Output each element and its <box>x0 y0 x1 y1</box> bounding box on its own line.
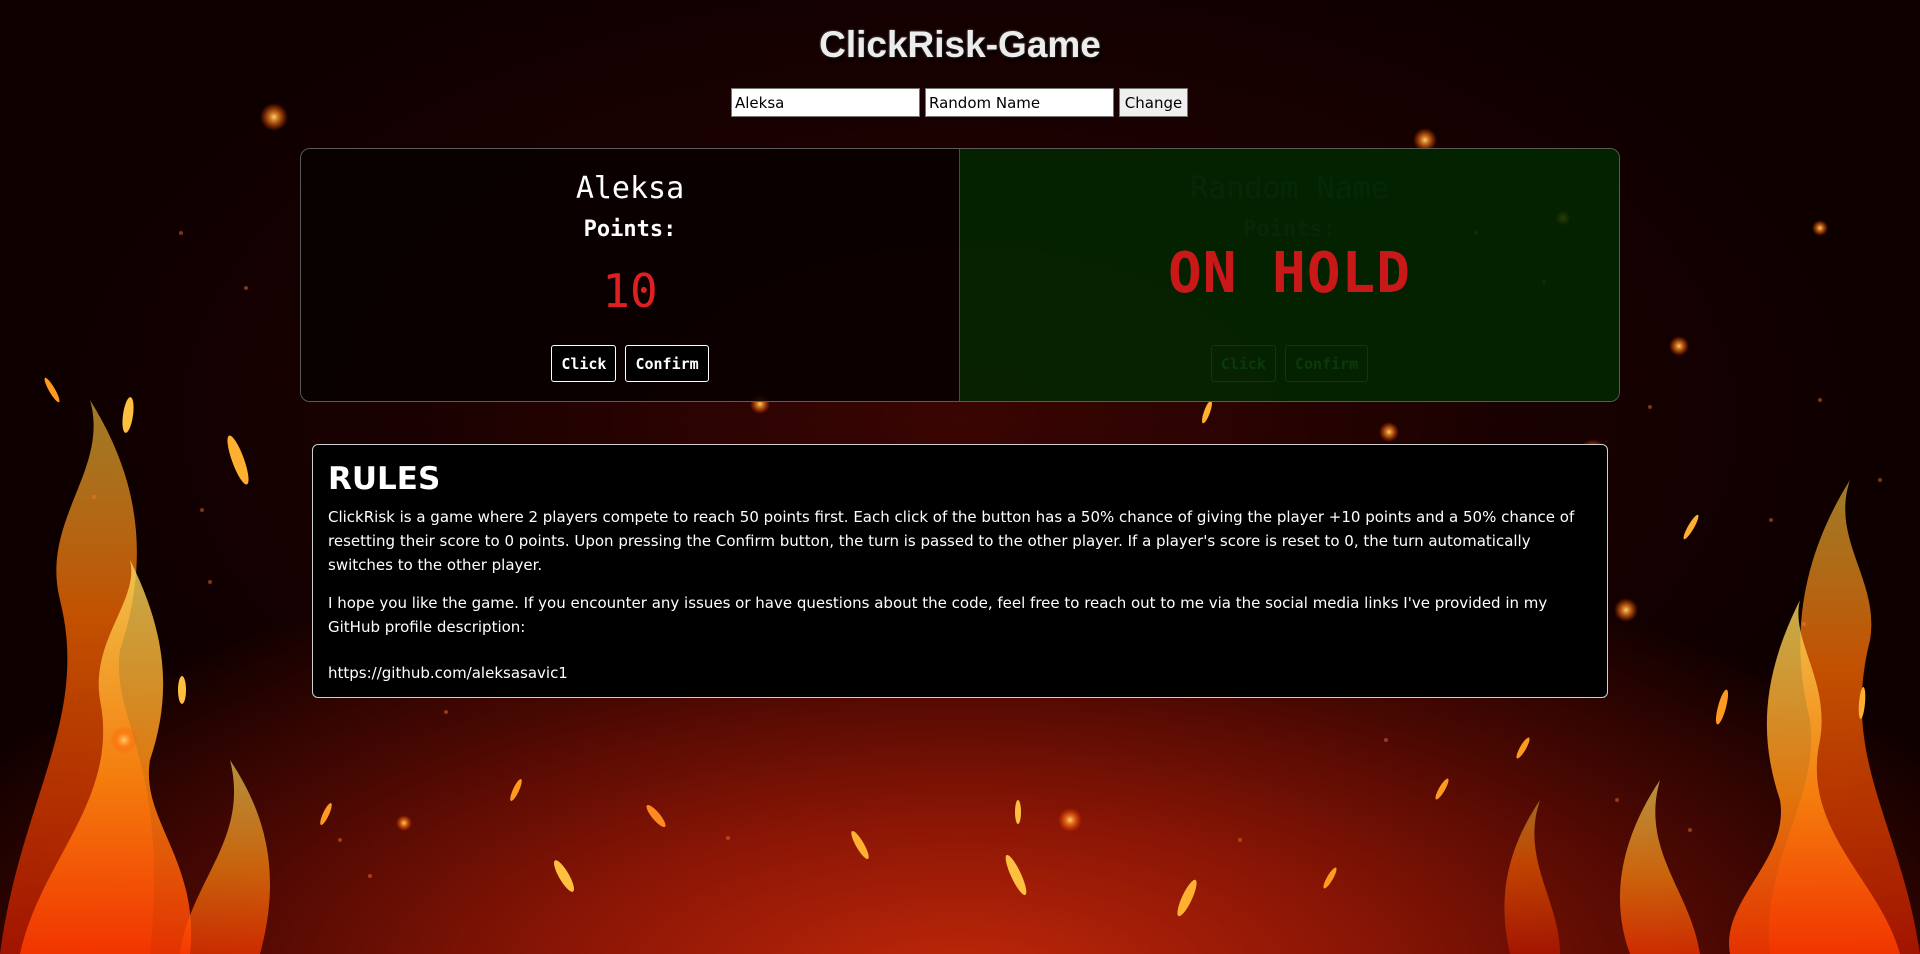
github-link: https://github.com/aleksasavic1 <box>328 664 568 682</box>
player-names-form: Change <box>731 88 1188 118</box>
player2-points-label: Points: <box>1243 217 1336 242</box>
player2-controls: Click Confirm <box>960 345 1619 382</box>
player2-confirm-button: Confirm <box>1284 345 1369 382</box>
rules-paragraph-2: I hope you like the game. If you encount… <box>328 594 1548 636</box>
rules-panel: RULES ClickRisk is a game where 2 player… <box>312 444 1608 698</box>
player1-name-input[interactable] <box>731 88 920 117</box>
player1-card: Aleksa Points: 10 Click Confirm <box>301 149 960 401</box>
player2-name: Random Name <box>1190 171 1389 206</box>
page-title: ClickRisk-Game <box>819 24 1101 65</box>
change-names-button[interactable]: Change <box>1119 88 1188 117</box>
player2-click-button: Click <box>1210 345 1276 382</box>
player1-score: 10 <box>602 264 658 318</box>
player1-click-button[interactable]: Click <box>551 345 617 382</box>
players-panel: Aleksa Points: 10 Click Confirm Random N… <box>300 148 1620 402</box>
player1-name: Aleksa <box>575 171 685 206</box>
player1-controls: Click Confirm <box>301 345 959 382</box>
on-hold-overlay: ON HOLD <box>1167 241 1411 306</box>
player2-name-input[interactable] <box>925 88 1114 117</box>
rules-heading: RULES <box>328 461 441 497</box>
rules-paragraph-1: ClickRisk is a game where 2 players comp… <box>328 508 1575 574</box>
player1-points-label: Points: <box>583 217 677 242</box>
player2-card: Random Name Points: Click Confirm ON HOL… <box>960 149 1619 401</box>
player1-confirm-button[interactable]: Confirm <box>625 345 709 382</box>
